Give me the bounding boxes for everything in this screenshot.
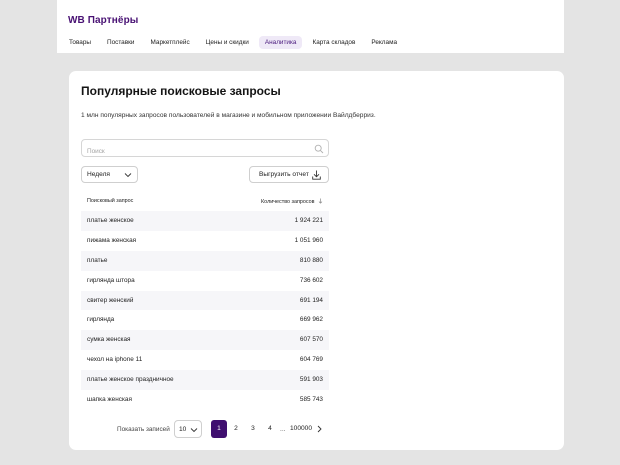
count-cell: 810 880 <box>299 256 323 264</box>
query-cell: гирлянда штора <box>87 276 135 284</box>
table-row[interactable]: чехол на iphone 11 604 769 <box>81 350 329 370</box>
table-row[interactable]: свитер женский 691 194 <box>81 290 329 311</box>
chevron-down-icon <box>124 173 132 178</box>
nav-item-ads[interactable]: Реклама <box>365 36 403 49</box>
count-cell: 1 051 960 <box>294 236 323 244</box>
query-cell: платье женское праздничное <box>87 376 174 384</box>
count-cell: 736 602 <box>299 276 323 284</box>
page-button-3[interactable]: 3 <box>245 420 261 438</box>
per-page-value: 10 <box>179 426 187 433</box>
top-header: WB Партнёры Товары Поставки Маркетплейс … <box>57 0 564 53</box>
download-icon <box>312 170 321 180</box>
export-report-label: Выгрузить отчет <box>259 171 309 178</box>
query-cell: платье женское <box>87 217 134 224</box>
pagination: Показать записей 10 1 2 3 4 ... 100000 <box>117 420 337 438</box>
nav-item-supplies[interactable]: Поставки <box>101 36 141 49</box>
search-field[interactable] <box>81 139 329 160</box>
table-row[interactable]: сумка женская 607 570 <box>81 330 329 351</box>
query-cell: шапка женская <box>87 396 132 404</box>
table-row[interactable]: платье женское праздничное 591 903 <box>81 370 329 391</box>
query-cell: гирлянда <box>87 316 115 324</box>
column-header-count[interactable]: Количество запросов <box>261 198 323 205</box>
per-page-select[interactable]: 10 <box>174 420 202 438</box>
table-row[interactable]: гирлянда 669 962 <box>81 310 329 330</box>
nav-item-marketplace[interactable]: Маркетплейс <box>145 36 196 49</box>
table-row[interactable]: пижама женская 1 051 960 <box>81 231 329 251</box>
query-cell: платье <box>87 256 108 264</box>
search-input[interactable] <box>82 143 328 160</box>
period-select-value: Неделя <box>87 171 110 178</box>
query-cell: чехол на iphone 11 <box>87 356 143 364</box>
query-cell: свитер женский <box>87 296 134 304</box>
nav-item-analytics[interactable]: Аналитика <box>258 36 303 49</box>
table-row[interactable]: гирлянда штора 736 602 <box>81 271 329 291</box>
main-nav: Товары Поставки Маркетплейс Цены и скидк… <box>63 36 403 49</box>
page-description: 1 млн популярных запросов пользователей … <box>81 112 376 119</box>
page-button-2[interactable]: 2 <box>228 420 244 438</box>
sort-icon[interactable] <box>318 198 323 204</box>
column-header-query: Поисковый запрос <box>87 198 134 204</box>
page-button-4[interactable]: 4 <box>262 420 278 438</box>
page-button-last[interactable]: 100000 <box>287 420 315 438</box>
count-cell: 669 962 <box>299 316 323 324</box>
content-card: Популярные поисковые запросы 1 млн попул… <box>69 71 564 450</box>
brand-logo[interactable]: WB Партнёры <box>68 15 138 26</box>
page-button-1[interactable]: 1 <box>211 420 227 438</box>
count-cell: 604 769 <box>299 356 323 364</box>
search-icon[interactable] <box>314 144 324 154</box>
nav-item-goods[interactable]: Товары <box>63 36 97 49</box>
count-cell: 1 924 221 <box>294 217 323 224</box>
table-row[interactable]: платье 810 880 <box>81 250 329 271</box>
table-header: Поисковый запрос Количество запросов <box>81 192 329 211</box>
page-title: Популярные поисковые запросы <box>81 84 281 98</box>
query-cell: сумка женская <box>87 336 131 344</box>
nav-item-prices[interactable]: Цены и скидки <box>200 36 255 49</box>
period-select[interactable]: Неделя <box>81 166 138 183</box>
table-body: платье женское 1 924 221 пижама женская 1 … <box>81 211 329 410</box>
chevron-right-icon[interactable] <box>316 425 323 433</box>
export-report-button[interactable]: Выгрузить отчет <box>249 166 329 183</box>
queries-table: Поисковый запрос Количество запросов пла… <box>81 192 329 410</box>
count-cell: 691 194 <box>299 296 323 304</box>
chevron-down-icon <box>190 428 198 433</box>
count-cell: 591 903 <box>299 376 323 384</box>
table-row[interactable]: шапка женская 585 743 <box>81 390 329 410</box>
table-row[interactable]: платье женское 1 924 221 <box>81 211 329 231</box>
count-cell: 585 743 <box>299 396 323 404</box>
nav-item-warehouse-map[interactable]: Карта складов <box>306 36 361 49</box>
pagination-ellipsis: ... <box>280 426 286 433</box>
count-cell: 607 570 <box>299 336 323 344</box>
per-page-label: Показать записей <box>117 426 170 433</box>
query-cell: пижама женская <box>87 236 137 244</box>
column-header-count-label: Количество запросов <box>261 199 315 205</box>
